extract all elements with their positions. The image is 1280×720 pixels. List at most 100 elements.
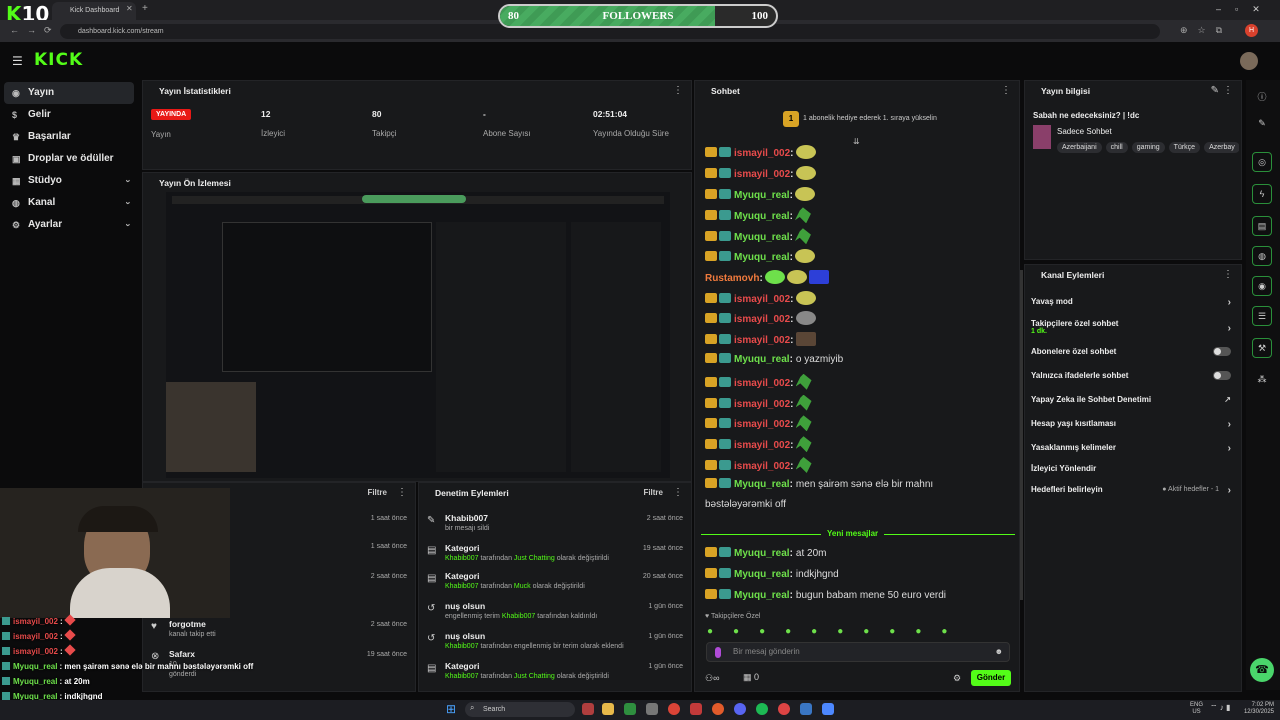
channel-action[interactable]: Yapay Zeka ile Sohbet Denetimi ↗	[1031, 395, 1237, 404]
clipboard-icon[interactable]: ▤	[1252, 216, 1272, 236]
sidebar-item-0[interactable]: ◉ Yayın	[4, 82, 134, 104]
chat-bubble-icon[interactable]: ◍	[1252, 246, 1272, 266]
store-icon[interactable]	[646, 703, 658, 715]
sidebar-item-4[interactable]: ▦ Stüdyo ›	[4, 170, 134, 192]
chat-settings-icon[interactable]: ⚙	[953, 673, 961, 684]
moderation-more-icon[interactable]: ⋮	[673, 483, 683, 503]
app-icon[interactable]	[690, 703, 702, 715]
chat-scrollbar[interactable]	[1020, 270, 1023, 600]
channel-actions-more-icon[interactable]: ⋮	[1223, 265, 1233, 285]
emote-bar[interactable]: ●●●●●●●●●●	[707, 626, 967, 637]
steam-icon[interactable]	[800, 703, 812, 715]
target-icon[interactable]: ◎	[1252, 152, 1272, 172]
chat-username[interactable]: ismayil_002	[734, 440, 790, 451]
user-avatar[interactable]	[1240, 52, 1258, 70]
stream-preview-video[interactable]	[166, 192, 670, 478]
language-indicator[interactable]: ENG US	[1190, 702, 1203, 716]
chat-username[interactable]: ismayil_002	[734, 169, 790, 180]
channel-action[interactable]: Yalnızca ifadelerle sohbet	[1031, 371, 1237, 380]
chat-username[interactable]: ismayil_002	[734, 378, 790, 389]
scroll-down-icon[interactable]: ⇊	[853, 137, 860, 146]
sidebar-item-5[interactable]: ◍ Kanal ›	[4, 192, 134, 214]
pen-icon[interactable]: ✎	[1252, 114, 1272, 134]
chat-username[interactable]: Myuqu_real	[734, 569, 790, 580]
moderation-filter-button[interactable]: Filtre	[643, 483, 663, 503]
edit-icon[interactable]: ✎	[1211, 81, 1219, 101]
stats-more-icon[interactable]: ⋮	[673, 81, 683, 101]
channel-action[interactable]: Hedefleri belirleyin › ● Aktif hedefler - …	[1031, 485, 1237, 496]
menu-icon[interactable]: ☰	[12, 54, 23, 68]
chat-username[interactable]: ismayil_002	[734, 148, 790, 159]
support-icon[interactable]: ☎	[1250, 658, 1274, 682]
chat-username[interactable]: Myuqu_real	[734, 548, 790, 559]
mic-icon[interactable]	[715, 647, 721, 658]
chat-username[interactable]: Myuqu_real	[734, 479, 790, 490]
obs-icon[interactable]	[778, 703, 790, 715]
info-icon[interactable]: ⓘ	[1252, 88, 1272, 108]
wrench-icon[interactable]: ⚒	[1252, 338, 1272, 358]
channel-action[interactable]: Takipçilere özel sohbet 1 dk. ›	[1031, 319, 1237, 335]
stream-tag[interactable]: Azerbaijani	[1057, 142, 1102, 153]
chrome-icon[interactable]	[668, 703, 680, 715]
taskbar-search[interactable]: Search	[465, 702, 575, 717]
channel-action[interactable]: İzleyici Yönlendir	[1031, 464, 1237, 473]
chat-username[interactable]: Myuqu_real	[734, 354, 790, 365]
send-button[interactable]: Gönder	[971, 670, 1011, 686]
stream-tag[interactable]: chill	[1105, 142, 1128, 153]
activity-more-icon[interactable]: ⋮	[397, 483, 407, 503]
toggle-switch[interactable]	[1213, 371, 1231, 380]
chat-username[interactable]: ismayil_002	[734, 461, 790, 472]
chat-username[interactable]: ismayil_002	[734, 419, 790, 430]
tray-icons[interactable]: ⌔ ♪ ▮	[1210, 703, 1230, 713]
spotify-icon[interactable]	[756, 703, 768, 715]
profile-avatar[interactable]: H	[1245, 24, 1258, 37]
stream-tag[interactable]: Azerbay	[1204, 142, 1239, 153]
emoji-icon[interactable]: ☻	[995, 643, 1003, 661]
chat-username[interactable]: Myuqu_real	[734, 232, 790, 243]
shapes-icon[interactable]: ⁂	[1252, 370, 1272, 390]
sidebar-item-2[interactable]: ♛ Başarılar	[4, 126, 134, 148]
broadcast-icon[interactable]: ◉	[1252, 276, 1272, 296]
chat-users-icon[interactable]: ⚇∞	[705, 673, 719, 684]
chat-more-icon[interactable]: ⋮	[1001, 81, 1011, 101]
discord-icon[interactable]	[734, 703, 746, 715]
list-icon[interactable]: ☰	[1252, 306, 1272, 326]
channel-action[interactable]: Yasaklanmış kelimeler ›	[1031, 443, 1237, 454]
stream-tag[interactable]: gaming	[1131, 142, 1165, 153]
lightning-icon[interactable]: ϟ	[1252, 184, 1272, 204]
nav-buttons[interactable]: ←→⟳	[10, 25, 60, 36]
chat-username[interactable]: Myuqu_real	[734, 190, 790, 201]
stream-tag[interactable]: Türkçe	[1168, 142, 1201, 153]
sidebar-item-6[interactable]: ⚙ Ayarlar ›	[4, 214, 134, 236]
browser-extension-icons[interactable]: ⊕☆⧉	[1180, 25, 1232, 36]
chat-username[interactable]: Myuqu_real	[734, 252, 790, 263]
info-more-icon[interactable]: ⋮	[1223, 81, 1233, 101]
folder-icon[interactable]	[602, 703, 614, 715]
activity-filter-button[interactable]: Filtre	[367, 483, 387, 503]
chat-input[interactable]: Bir mesaj gönderin ☻	[706, 642, 1010, 662]
chat-username[interactable]: ismayil_002	[734, 294, 790, 305]
tab-close-icon[interactable]: ✕	[126, 4, 133, 13]
chat-username[interactable]: ismayil_002	[734, 335, 790, 346]
chat-username[interactable]: ismayil_002	[734, 399, 790, 410]
chrome-active-icon[interactable]	[712, 703, 724, 715]
excel-icon[interactable]	[624, 703, 636, 715]
taskbar-app-icon[interactable]	[582, 703, 594, 715]
channel-action[interactable]: Abonelere özel sohbet	[1031, 347, 1237, 356]
chat-username[interactable]: ismayil_002	[734, 314, 790, 325]
app-icon-2[interactable]	[822, 703, 834, 715]
channel-action[interactable]: Hesap yaşı kısıtlaması ›	[1031, 419, 1237, 430]
kick-logo[interactable]: KICK	[34, 50, 83, 70]
windows-start-icon[interactable]: ⊞	[446, 702, 456, 716]
sidebar-item-1[interactable]: $ Gelir	[4, 104, 134, 126]
window-controls[interactable]: –▫✕	[1216, 4, 1274, 15]
toggle-switch[interactable]	[1213, 347, 1231, 356]
sidebar-item-3[interactable]: ▣ Droplar ve ödüller	[4, 148, 134, 170]
chat-username[interactable]: Rustamovh	[705, 273, 759, 284]
clock[interactable]: 7:02 PM 12/30/2025	[1238, 702, 1274, 716]
channel-action[interactable]: Yavaş mod ›	[1031, 297, 1237, 308]
new-tab-icon[interactable]: +	[142, 3, 148, 14]
chat-username[interactable]: Myuqu_real	[734, 211, 790, 222]
chat-username[interactable]: Myuqu_real	[734, 590, 790, 601]
browser-tab[interactable]: Kick Dashboard	[52, 2, 136, 20]
